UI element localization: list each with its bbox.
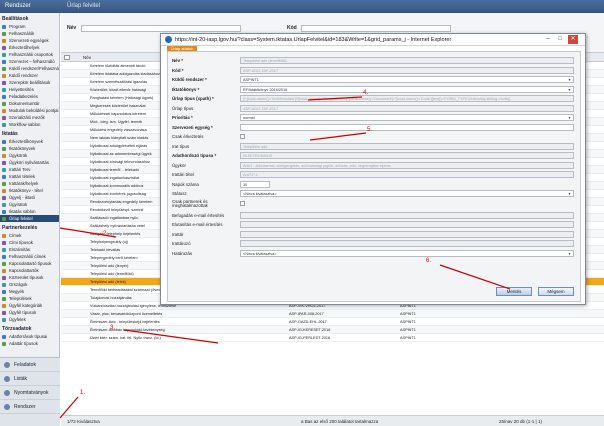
annotation-3: 3. <box>110 325 116 331</box>
annotation-6: 6. <box>426 258 432 264</box>
annotation-1: 1. <box>80 390 86 396</box>
annotation-5: 5. <box>367 127 373 133</box>
annotation-2: 2. <box>103 231 109 237</box>
annotation-arrows <box>59 96 511 419</box>
annotation-4: 4. <box>363 90 369 96</box>
